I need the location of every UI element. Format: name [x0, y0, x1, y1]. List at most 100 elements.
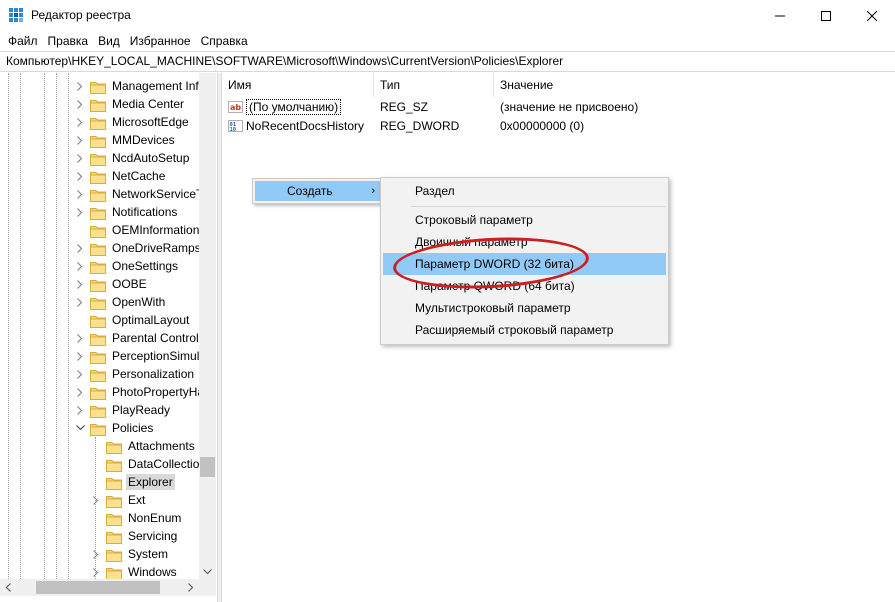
title-bar: Редактор реестра [0, 0, 895, 31]
key-tree-pane: Management Infr Media Center MicrosoftEdge… [0, 73, 217, 602]
chevron-right-icon[interactable] [74, 185, 86, 203]
chevron-down-icon[interactable] [74, 419, 86, 437]
chevron-right-icon[interactable] [74, 239, 86, 257]
submenu-item-string-value[interactable]: Строковый параметр [383, 209, 666, 231]
tree-vscroll-thumb[interactable] [200, 457, 215, 477]
menu-item-create[interactable]: Создать › [255, 181, 383, 201]
tree-item[interactable]: NetCache [74, 167, 167, 185]
chevron-right-icon[interactable] [74, 257, 86, 275]
menu-edit[interactable]: Правка [43, 31, 94, 51]
tree-item[interactable]: System [90, 545, 170, 563]
folder-icon [90, 368, 106, 382]
chevron-right-icon[interactable] [90, 545, 102, 563]
tree-item-label: Policies [112, 421, 154, 435]
tree-item[interactable]: Media Center [74, 95, 186, 113]
tree-item[interactable]: MMDevices [74, 131, 177, 149]
tree-horizontal-scrollbar[interactable] [0, 579, 199, 596]
tree-item-label: Media Center [112, 97, 185, 111]
chevron-right-icon[interactable] [74, 293, 86, 311]
tree-item[interactable]: Ext [90, 491, 147, 509]
menu-view[interactable]: Вид [93, 31, 125, 51]
chevron-right-icon[interactable] [90, 563, 102, 579]
column-name[interactable]: Имя [222, 73, 374, 97]
tree-item[interactable]: NcdAutoSetup [74, 149, 191, 167]
chevron-right-icon[interactable] [74, 401, 86, 419]
minimize-button[interactable] [757, 0, 803, 31]
chevron-right-icon[interactable] [74, 383, 86, 401]
tree-item[interactable]: Personalization [74, 365, 196, 383]
tree-item[interactable]: Explorer [90, 473, 175, 491]
tree-item[interactable]: OptimalLayout [74, 311, 191, 329]
tree-item[interactable]: PlayReady [74, 401, 172, 419]
submenu-item-dword-value[interactable]: Параметр DWORD (32 бита) [383, 253, 666, 275]
tree-item[interactable]: OpenWith [74, 293, 167, 311]
tree-item[interactable]: OEMInformation [74, 221, 199, 239]
chevron-right-icon[interactable] [90, 491, 102, 509]
column-type[interactable]: Тип [374, 73, 494, 97]
folder-icon [90, 422, 106, 436]
chevron-right-icon[interactable] [74, 203, 86, 221]
folder-icon [90, 80, 106, 94]
tree-hscroll-thumb[interactable] [36, 581, 160, 594]
chevron-right-icon[interactable] [74, 275, 86, 293]
tree-vertical-scrollbar[interactable] [199, 73, 216, 579]
chevron-right-icon[interactable] [74, 131, 86, 149]
tree-item-label: OptimalLayout [112, 313, 190, 327]
chevron-right-icon[interactable] [74, 365, 86, 383]
value-type: REG_DWORD [380, 119, 460, 133]
tree-item[interactable]: DataCollection [90, 455, 199, 473]
tree-item[interactable]: Parental Controls [74, 329, 199, 347]
tree-item[interactable]: Notifications [74, 203, 179, 221]
tree-item[interactable]: OneDriveRamps [74, 239, 199, 257]
chevron-right-icon[interactable] [74, 95, 86, 113]
submenu-item-multi-string-value[interactable]: Мультистроковый параметр [383, 297, 666, 319]
tree-item[interactable]: Policies [74, 419, 155, 437]
chevron-right-icon[interactable] [74, 77, 86, 95]
chevron-right-icon[interactable] [74, 329, 86, 347]
folder-icon [106, 494, 122, 508]
tree-item[interactable]: PhotoPropertyHa [74, 383, 199, 401]
tree-item[interactable]: Windows [90, 563, 179, 579]
address-bar[interactable]: Компьютер\HKEY_LOCAL_MACHINE\SOFTWARE\Mi… [0, 51, 895, 72]
column-value[interactable]: Значение [494, 73, 895, 97]
tree-item[interactable]: MicrosoftEdge [74, 113, 191, 131]
scroll-left-icon[interactable] [5, 583, 11, 592]
folder-icon [90, 224, 106, 238]
folder-icon [90, 260, 106, 274]
folder-icon [106, 566, 122, 579]
submenu-item-qword-value[interactable]: Параметр QWORD (64 бита) [383, 275, 666, 297]
scroll-down-icon[interactable] [203, 569, 212, 575]
tree-item-label: OneDriveRamps [112, 241, 199, 255]
menu-help[interactable]: Справка [196, 31, 253, 51]
string-value-icon: ab [228, 101, 243, 113]
tree-item[interactable]: OneSettings [74, 257, 180, 275]
tree-item[interactable]: Servicing [90, 527, 179, 545]
tree-item-label: OOBE [112, 277, 147, 291]
tree-item[interactable]: Management Infr [74, 77, 199, 95]
submenu-item-key[interactable]: Раздел [383, 180, 666, 202]
menu-favorites[interactable]: Избранное [125, 31, 196, 51]
close-button[interactable] [849, 0, 895, 31]
submenu-item-binary-value[interactable]: Двоичный параметр [383, 231, 666, 253]
folder-icon [106, 440, 122, 454]
chevron-right-icon[interactable] [74, 167, 86, 185]
chevron-right-icon[interactable] [74, 113, 86, 131]
scroll-right-icon[interactable] [188, 583, 194, 592]
folder-icon [106, 530, 122, 544]
menu-file[interactable]: Файл [3, 31, 43, 51]
tree-item[interactable]: NetworkServiceTr [74, 185, 199, 203]
folder-icon [90, 314, 106, 328]
chevron-right-icon[interactable] [74, 347, 86, 365]
tree-item[interactable]: OOBE [74, 275, 149, 293]
maximize-button[interactable] [803, 0, 849, 31]
tree-item[interactable]: Attachments [90, 437, 197, 455]
chevron-right-icon[interactable] [74, 149, 86, 167]
tree-item-label: OneSettings [112, 259, 179, 273]
folder-icon [90, 278, 106, 292]
tree-item[interactable]: NonEnum [90, 509, 183, 527]
svg-text:10: 10 [230, 127, 237, 133]
tree-item[interactable]: PerceptionSimula [74, 347, 199, 365]
submenu-item-expandable-string-value[interactable]: Расширяемый строковый параметр [383, 319, 666, 341]
